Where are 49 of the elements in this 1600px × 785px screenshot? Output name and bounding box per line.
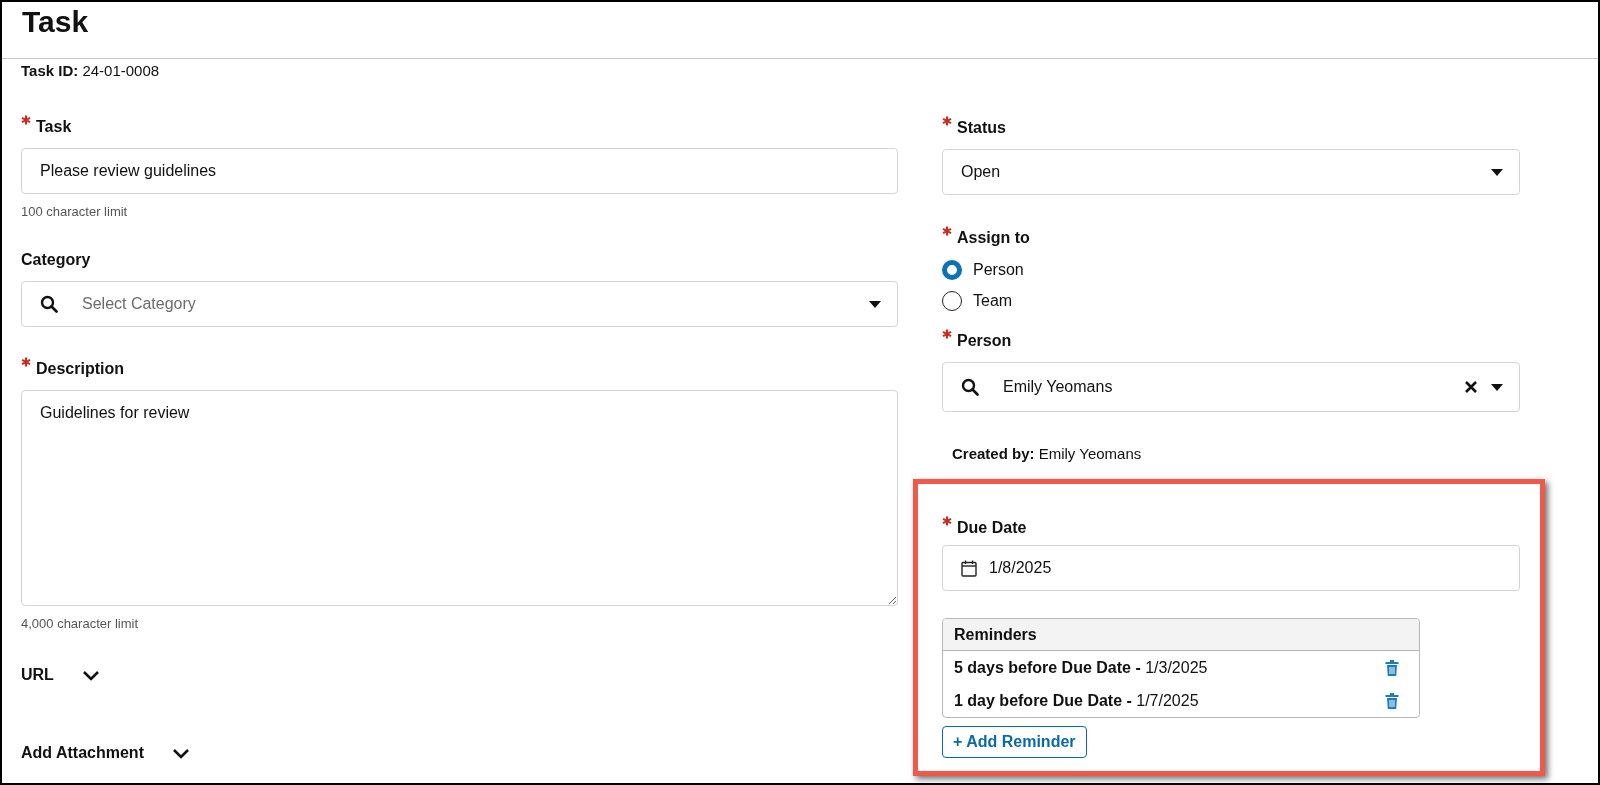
reminder-text: 5 days before Due Date - 1/3/2025 bbox=[954, 657, 1208, 678]
radio-label[interactable]: Person bbox=[973, 259, 1024, 280]
field-label: Due Date bbox=[957, 518, 1027, 538]
search-select-field[interactable]: Select Category bbox=[21, 281, 898, 327]
search-select-field[interactable]: Emily Yeomans bbox=[942, 362, 1520, 412]
search-icon bbox=[40, 295, 58, 313]
caret-icon[interactable] bbox=[1491, 168, 1503, 176]
asterisk-icon bbox=[942, 226, 952, 236]
section-toggle[interactable]: URL bbox=[21, 665, 100, 685]
radio-button[interactable] bbox=[942, 290, 962, 311]
caret-icon[interactable] bbox=[1491, 383, 1503, 391]
created-by-text: Created by: Emily Yeomans bbox=[952, 444, 1143, 464]
asterisk-icon bbox=[21, 115, 31, 125]
placeholder-text: Select Category bbox=[82, 294, 197, 314]
selected-value: Open bbox=[961, 162, 1002, 182]
field-label: Description bbox=[36, 359, 124, 379]
date-value: 1/8/2025 bbox=[989, 558, 1053, 578]
page-title: Task bbox=[22, 4, 89, 40]
asterisk-icon bbox=[942, 516, 952, 526]
clear-icon[interactable] bbox=[1465, 381, 1477, 393]
asterisk-icon bbox=[942, 329, 952, 339]
field-label: Category bbox=[21, 250, 91, 270]
field-label: Assign to bbox=[957, 228, 1030, 248]
description-textarea[interactable]: Guidelines for review bbox=[21, 390, 898, 606]
hint-text: 4,000 character limit bbox=[21, 615, 140, 633]
trash-icon[interactable] bbox=[1385, 692, 1399, 709]
table-header: Reminders bbox=[943, 619, 1419, 651]
field-label: Status bbox=[957, 118, 1006, 138]
asterisk-icon bbox=[942, 116, 952, 126]
search-icon bbox=[961, 378, 979, 396]
selected-value: Emily Yeomans bbox=[1003, 377, 1114, 397]
radio-label[interactable]: Team bbox=[973, 290, 1013, 311]
chevron-icon bbox=[81, 669, 100, 681]
text-input[interactable]: Please review guidelines bbox=[21, 148, 898, 194]
date-field[interactable]: 1/8/2025 bbox=[942, 545, 1520, 591]
hint-text: 100 character limit bbox=[21, 203, 129, 221]
add-reminder-button[interactable]: + Add Reminder bbox=[942, 726, 1087, 758]
chevron-icon bbox=[171, 747, 190, 759]
task-id-text: Task ID: 24-01-0008 bbox=[21, 61, 161, 81]
reminder-text: 1 day before Due Date - 1/7/2025 bbox=[954, 690, 1199, 711]
status-dropdown[interactable]: Open bbox=[942, 149, 1520, 195]
asterisk-icon bbox=[21, 357, 31, 367]
section-toggle[interactable]: Add Attachment bbox=[21, 743, 190, 763]
calendar-icon bbox=[961, 559, 977, 577]
trash-icon[interactable] bbox=[1385, 659, 1399, 676]
field-label: Person bbox=[957, 331, 1012, 351]
caret-icon[interactable] bbox=[869, 300, 881, 308]
radio-button[interactable] bbox=[942, 259, 962, 280]
field-label: Task bbox=[36, 117, 72, 137]
